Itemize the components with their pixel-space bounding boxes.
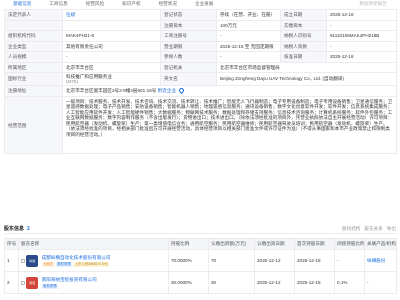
row-sub-date: 2030-12-12 — [254, 271, 295, 294]
eng-name-value: Beijing Zongheng Dayu UAV Technology Co.… — [216, 72, 397, 86]
paid-capital-label: 实缴资本 — [280, 19, 327, 31]
shareholders-header: 股东信息 2 股权结构 股东关系 导出 — [4, 224, 396, 234]
tab-ip[interactable]: 知识产权 — [113, 0, 149, 7]
scope-value: 一般项目：技术服务、技术开发、技术咨询、技术交流、技术转让、技术推广；智能无人飞… — [62, 95, 397, 154]
legal-rep-label: 法定代表人 — [4, 9, 63, 21]
row-index: 2 — [4, 271, 19, 294]
taxpayer-id-value: 91110106MAK4PH218B — [326, 30, 397, 42]
term-label: 营业期限 — [160, 40, 217, 52]
reg-capital-label: 注册资本 — [160, 19, 217, 31]
col-related: 关联产品/机构 — [364, 238, 397, 250]
paid-capital-value: - — [326, 19, 397, 31]
tab-business-info[interactable]: 工商信息 — [40, 0, 76, 7]
shareholders-title: 股东信息 2 — [4, 226, 30, 232]
row-checkbox[interactable] — [21, 280, 25, 285]
type-value: 其他有限责任公司 — [62, 40, 161, 52]
col-percent: 持股比例 — [168, 238, 209, 250]
staff-label: 人员规模 — [4, 51, 63, 63]
taxpayer-qual-value: - — [326, 40, 397, 52]
col-sub-date: 认缴出资日期 — [254, 238, 295, 250]
col-name: 股东名称 — [18, 238, 169, 250]
industry-value: 科技推广和应用服务业 — [66, 73, 112, 79]
row-amount: 30 — [208, 271, 255, 294]
authority-value: 北京市丰台区市场监督管理局 — [216, 61, 397, 73]
table-row: 1 纵横 成都纵横自动化技术股份有限公司 大股东 股权穿透 上市公司(688070.… — [4, 249, 397, 272]
equity-structure-button[interactable]: 股权结构 — [342, 226, 360, 232]
detail-tabs: 基础信息 工商信息 经营风险 知识产权 经营状况 企业发展 数据更新报告 — [4, 0, 396, 7]
shareholder-name[interactable]: 成都纵横自动化技术股份有限公司 — [42, 255, 111, 261]
address-label: 注册地址 — [4, 85, 63, 97]
address-value: 北京市丰台区富丰园区2号2-9幢4层501-15号 — [66, 88, 157, 93]
col-first-date: 首次持股日期 — [294, 238, 335, 250]
industry-sub: (M75) — [66, 79, 78, 84]
col-index: 序号 — [4, 238, 19, 250]
nearby-companies-link[interactable]: 附近企业 — [158, 88, 176, 93]
approval-label: 核准日期 — [280, 51, 327, 63]
row-indirect: 0.1% — [334, 271, 365, 294]
update-report-link[interactable]: 数据更新报告 — [350, 0, 396, 7]
type-label: 企业类型 — [4, 40, 63, 52]
company-logo: 纵横 — [26, 254, 39, 267]
row-first-date: 2025-12-18 — [294, 271, 335, 294]
tab-basic-info[interactable]: 基础信息 — [4, 0, 40, 7]
business-info-table: 法定代表人 任斌 登记状态 存续（在营、开业、在册） 成立日期 2025-12-… — [4, 9, 397, 154]
region-label: 所属地区 — [4, 61, 63, 73]
scope-label: 经营范围 — [4, 95, 63, 154]
row-percent: 30.0000% — [168, 271, 209, 294]
export-button[interactable]: 导出 — [387, 226, 396, 232]
legal-rep-value[interactable]: 任斌 — [66, 12, 75, 17]
row-indirect: - — [334, 249, 365, 272]
est-date-label: 成立日期 — [280, 9, 327, 21]
company-logo: 南阳 — [26, 276, 39, 289]
row-related: - — [364, 271, 397, 294]
tag-listed[interactable]: 上市公司(688070.SH) — [73, 261, 110, 267]
reg-status-value: 存续（在营、开业、在册） — [216, 9, 281, 21]
shareholder-name[interactable]: 南阳海纳宝智投资有限公司 — [42, 277, 97, 283]
biz-reg-value: - — [216, 30, 281, 42]
row-first-date: 2025-12-18 — [294, 249, 335, 272]
row-amount: 70 — [208, 249, 255, 272]
org-code-label: 组织机构代码 — [4, 30, 63, 42]
row-checkbox[interactable] — [21, 258, 25, 263]
insured-value: - — [216, 51, 281, 63]
approval-value: 2025-12-18 — [326, 51, 397, 63]
taxpayer-qual-label: 纳税人资质 — [280, 40, 327, 52]
tag-equity-penetration[interactable]: 股权穿透 — [55, 261, 73, 267]
tag-major-shareholder: 大股东 — [41, 261, 55, 267]
tab-operation[interactable]: 经营状况 — [150, 0, 186, 7]
est-date-value: 2025-12-18 — [326, 9, 397, 21]
reg-capital-value: 100万元 — [216, 19, 281, 31]
biz-reg-label: 工商注册号 — [160, 30, 217, 42]
staff-value: - — [62, 51, 161, 63]
insured-label: 参保人数 — [160, 51, 217, 63]
industry-label: 国标行业 — [4, 72, 63, 86]
table-row: 2 南阳 南阳海纳宝智投资有限公司 股权穿透 30.0000% 30 2030-… — [4, 271, 397, 294]
authority-label: 登记机关 — [160, 61, 217, 73]
shareholders-table: 序号 股东名称 持股比例 认缴出资额(万元) 认缴出资日期 首次持股日期 间接持… — [4, 238, 397, 294]
row-index: 1 — [4, 249, 19, 272]
row-percent: 70.0000% — [168, 249, 209, 272]
eng-name-label: 英文名 — [160, 72, 217, 86]
tab-development[interactable]: 企业发展 — [186, 0, 222, 7]
shareholders-count: 2 — [27, 226, 30, 232]
taxpayer-id-label: 纳税人识别号 — [280, 30, 327, 42]
tag-equity-penetration[interactable]: 股权穿透 — [41, 283, 59, 289]
row-sub-date: 2030-12-12 — [254, 249, 295, 272]
row-related[interactable]: 纵横股份 — [367, 258, 385, 263]
region-value: 北京市丰台区 — [62, 61, 161, 73]
tab-risk[interactable]: 经营风险 — [77, 0, 113, 7]
org-code-value: MAK4PH21-8 — [62, 30, 161, 42]
shareholder-relation-button[interactable]: 股东关系 — [364, 226, 382, 232]
map-pin-icon[interactable] — [178, 87, 186, 95]
col-amount: 认缴出资额(万元) — [208, 238, 255, 250]
reg-status-label: 登记状态 — [160, 9, 217, 21]
term-value: 2025-12-18 至 无固定期限 — [216, 40, 281, 52]
col-indirect: 间接持股比例 — [334, 238, 365, 250]
